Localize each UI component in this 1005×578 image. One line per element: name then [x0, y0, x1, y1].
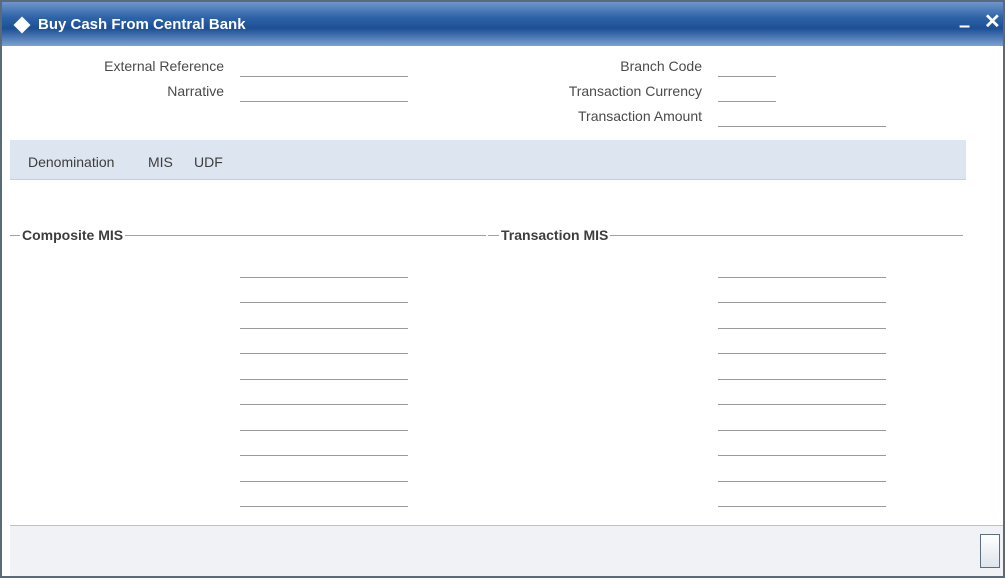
- main-window: Buy Cash From Central Bank – ✕ External …: [0, 0, 1005, 578]
- minimize-button[interactable]: –: [959, 16, 970, 36]
- branch-code-input[interactable]: [718, 57, 776, 77]
- transaction-mis-field[interactable]: [718, 462, 886, 482]
- tab-udf[interactable]: UDF: [194, 154, 223, 170]
- transaction-mis-field[interactable]: [718, 487, 886, 507]
- window-title: Buy Cash From Central Bank: [38, 16, 246, 33]
- composite-mis-field[interactable]: [240, 360, 408, 380]
- transaction-amount-label: Transaction Amount: [578, 108, 702, 124]
- narrative-label: Narrative: [167, 83, 224, 99]
- diamond-icon: [13, 16, 31, 34]
- composite-mis-field[interactable]: [240, 411, 408, 431]
- composite-mis-title: Composite MIS: [20, 227, 126, 243]
- external-reference-input[interactable]: [240, 57, 408, 77]
- tab-mis[interactable]: MIS: [148, 154, 173, 170]
- composite-mis-field[interactable]: [240, 487, 408, 507]
- tab-denomination[interactable]: Denomination: [28, 154, 114, 170]
- composite-mis-field[interactable]: [240, 283, 408, 303]
- footer-action-button[interactable]: [980, 534, 1000, 568]
- transaction-mis-field[interactable]: [718, 385, 886, 405]
- composite-mis-field[interactable]: [240, 334, 408, 354]
- transaction-amount-input[interactable]: [718, 107, 886, 127]
- transaction-mis-field[interactable]: [718, 258, 886, 278]
- transaction-mis-field[interactable]: [718, 360, 886, 380]
- transaction-currency-label: Transaction Currency: [568, 83, 702, 99]
- transaction-mis-field[interactable]: [718, 411, 886, 431]
- transaction-mis-field[interactable]: [718, 436, 886, 456]
- transaction-mis-title: Transaction MIS: [499, 227, 611, 243]
- branch-code-label: Branch Code: [620, 58, 702, 74]
- close-button[interactable]: ✕: [984, 12, 1001, 32]
- composite-mis-field[interactable]: [240, 258, 408, 278]
- composite-mis-field[interactable]: [240, 436, 408, 456]
- transaction-mis-field[interactable]: [718, 283, 886, 303]
- composite-mis-field[interactable]: [240, 309, 408, 329]
- footer-bar: [10, 525, 1003, 576]
- composite-mis-field[interactable]: [240, 462, 408, 482]
- transaction-mis-field[interactable]: [718, 309, 886, 329]
- tab-bar: Denomination MIS UDF: [10, 140, 966, 180]
- narrative-input[interactable]: [240, 82, 408, 102]
- title-bar[interactable]: Buy Cash From Central Bank – ✕: [2, 2, 1003, 46]
- transaction-currency-input[interactable]: [718, 82, 776, 102]
- external-reference-label: External Reference: [104, 58, 224, 74]
- composite-mis-field[interactable]: [240, 385, 408, 405]
- transaction-mis-field[interactable]: [718, 334, 886, 354]
